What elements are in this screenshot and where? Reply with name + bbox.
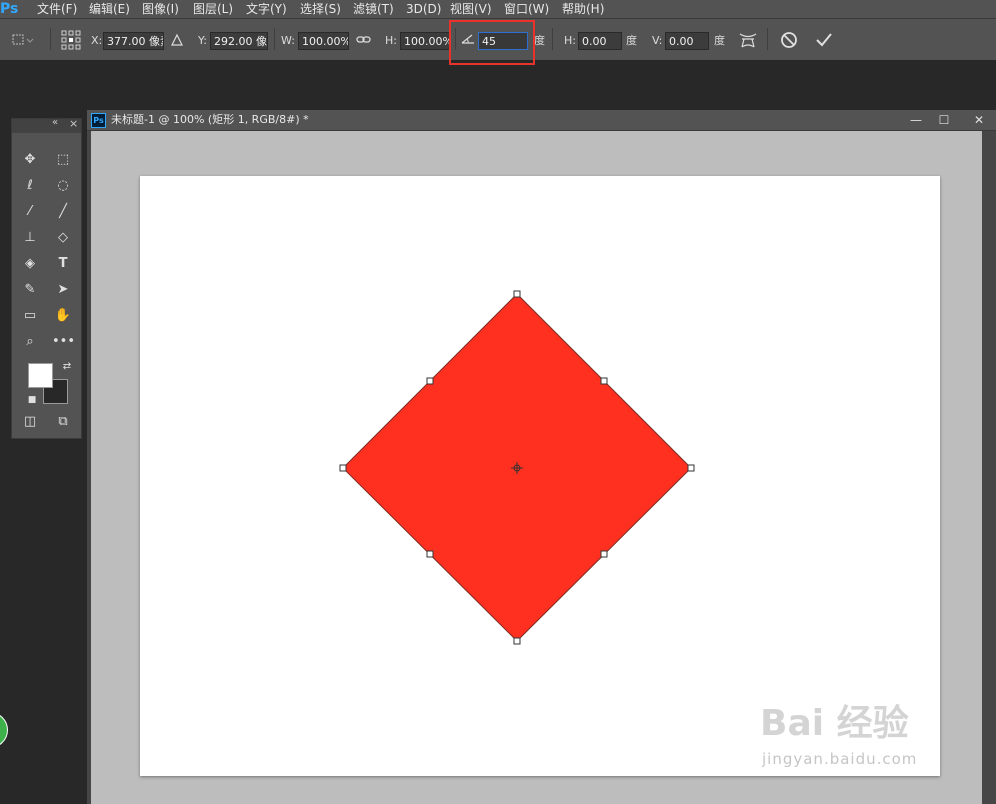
- minimize-button[interactable]: —: [902, 110, 930, 130]
- menu-file[interactable]: 文件(F): [37, 0, 77, 18]
- more-tools-icon[interactable]: •••: [52, 332, 75, 352]
- document-ps-icon: Ps: [91, 113, 106, 128]
- eyedropper-tool-icon[interactable]: ⁄: [19, 202, 41, 222]
- transform-handle: [426, 550, 434, 558]
- photoshop-logo: Ps: [0, 1, 19, 17]
- transform-handle: [513, 290, 521, 298]
- transform-handle: [513, 637, 521, 645]
- watermark-url: jingyan.baidu.com: [762, 750, 918, 768]
- marquee-tool-icon[interactable]: ⬚: [52, 150, 74, 170]
- type-tool-icon[interactable]: T: [52, 254, 74, 274]
- transform-handle: [687, 464, 695, 472]
- menu-filter[interactable]: 滤镜(T): [353, 0, 394, 18]
- watermark-text: Bai 经验: [760, 703, 909, 744]
- default-colors-icon[interactable]: ■: [21, 390, 43, 410]
- document-title: 未标题-1 @ 100% (矩形 1, RGB/8#) *: [111, 113, 309, 126]
- rectangle-tool-icon[interactable]: ▭: [19, 306, 41, 326]
- close-button[interactable]: ✕: [965, 110, 993, 130]
- restore-button[interactable]: ☐: [930, 110, 958, 130]
- collapse-icon[interactable]: «: [52, 117, 58, 128]
- transform-preset-icon[interactable]: [10, 33, 34, 47]
- path-select-tool-icon[interactable]: ➤: [52, 280, 74, 300]
- h-skew-label: H:: [564, 34, 576, 47]
- toolbox-header[interactable]: « ×: [12, 117, 81, 133]
- screen-mode-icon[interactable]: ⧉: [52, 412, 74, 432]
- menu-help[interactable]: 帮助(H): [562, 0, 604, 18]
- hand-tool-icon[interactable]: ✋: [52, 306, 74, 326]
- delta-icon[interactable]: [170, 33, 184, 47]
- zoom-tool-icon[interactable]: ⌕: [19, 332, 41, 352]
- paint-bucket-tool-icon[interactable]: ◈: [19, 254, 41, 274]
- rotated-rectangle-shape[interactable]: [140, 176, 940, 776]
- menu-image[interactable]: 图像(I): [142, 0, 179, 18]
- h-skew-unit: 度: [626, 34, 637, 47]
- menu-edit[interactable]: 编辑(E): [89, 0, 130, 18]
- panel-close-icon[interactable]: ×: [69, 117, 78, 130]
- v-skew-label: V:: [652, 34, 663, 47]
- link-icon[interactable]: [356, 34, 372, 46]
- warp-mode-icon[interactable]: [738, 31, 758, 49]
- menu-select[interactable]: 选择(S): [300, 0, 341, 18]
- watermark: Bai 经验 jingyan.baidu.com: [760, 694, 940, 774]
- canvas[interactable]: [140, 176, 940, 776]
- move-tool-icon[interactable]: ✥: [19, 150, 41, 170]
- swap-colors-icon[interactable]: ⇄: [56, 357, 78, 377]
- v-skew-unit: 度: [714, 34, 725, 47]
- width-field[interactable]: 100.00%: [298, 32, 349, 50]
- w-label: W:: [281, 34, 295, 47]
- menu-view[interactable]: 视图(V): [450, 0, 492, 18]
- eraser-tool-icon[interactable]: ◇: [52, 228, 74, 248]
- quick-select-tool-icon[interactable]: ◌: [52, 176, 74, 196]
- foreground-color-swatch[interactable]: [28, 363, 53, 388]
- angle-highlight-box: [449, 20, 535, 65]
- document-tab[interactable]: Ps 未标题-1 @ 100% (矩形 1, RGB/8#) * — ☐ ✕: [87, 110, 996, 131]
- stamp-tool-icon[interactable]: ⊥: [19, 228, 41, 248]
- angle-unit-label: 度: [534, 34, 545, 47]
- y-position-field[interactable]: 292.00 像素: [210, 32, 268, 50]
- menu-bar: Ps 文件(F) 编辑(E) 图像(I) 图层(L) 文字(Y) 选择(S) 滤…: [0, 0, 996, 18]
- toolbox-panel: « × ✥ ⬚ ℓ ◌ ⁄ ╱ ⊥ ◇ ◈ T ✎ ➤ ▭ ✋ ⌕ ••• ⇄ …: [11, 117, 82, 439]
- menu-layer[interactable]: 图层(L): [193, 0, 233, 18]
- floating-badge-icon[interactable]: [0, 712, 8, 748]
- x-position-field[interactable]: 377.00 像素: [103, 32, 164, 50]
- transform-handle: [600, 377, 608, 385]
- h-label: H:: [385, 34, 397, 47]
- height-field[interactable]: 100.00%: [400, 32, 450, 50]
- menu-type[interactable]: 文字(Y): [246, 0, 287, 18]
- x-label: X:: [91, 34, 103, 47]
- brush-tool-icon[interactable]: ╱: [52, 202, 74, 222]
- menu-3d[interactable]: 3D(D): [406, 0, 441, 18]
- cancel-transform-icon[interactable]: [780, 31, 798, 49]
- transform-handle: [339, 464, 347, 472]
- y-label: Y:: [198, 34, 207, 47]
- transform-handle: [426, 377, 434, 385]
- transform-handle: [600, 550, 608, 558]
- v-skew-field[interactable]: 0.00: [665, 32, 709, 50]
- pen-tool-icon[interactable]: ✎: [19, 280, 41, 300]
- menu-window[interactable]: 窗口(W): [504, 0, 549, 18]
- h-skew-field[interactable]: 0.00: [578, 32, 622, 50]
- commit-transform-icon[interactable]: [815, 31, 833, 49]
- quick-mask-icon[interactable]: ◫: [19, 412, 41, 432]
- reference-point-icon[interactable]: [61, 30, 81, 50]
- lasso-tool-icon[interactable]: ℓ: [19, 176, 41, 196]
